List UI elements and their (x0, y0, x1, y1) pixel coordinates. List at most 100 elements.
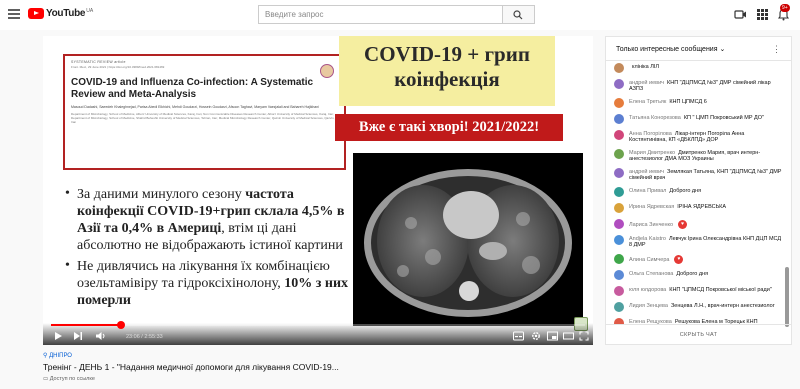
chat-message[interactable]: Елена Рещукова Решукова Елена м Торецьк К… (614, 317, 783, 324)
top-bar: YouTube UA Введите запрос 9+ (0, 0, 800, 30)
chat-message[interactable]: Ирина Ядревская ІРІНА ЯДРЕВСЬКА (614, 202, 783, 215)
chat-message[interactable]: Татьяна Конорезова КП " ЦМП Покровський М… (614, 113, 783, 126)
chat-author[interactable]: Елена Третьяк (629, 99, 666, 105)
time-current: 23:06 (126, 334, 140, 340)
chat-message-body: Лидия Зенцева Зенцева Л.Н., врач-интерн а… (629, 303, 775, 312)
hamburger-menu-icon[interactable] (8, 9, 20, 19)
chat-message[interactable]: Мария Дмитренко Дмитренко Мария, врач инт… (614, 148, 783, 164)
live-chat: Только интересные сообщения ⌄ ⋮ клініка … (605, 36, 792, 345)
avatar[interactable] (614, 302, 624, 312)
next-icon[interactable] (73, 331, 83, 341)
chat-message-body: андрей иевич Землякая Татьяна, КНП "ДЦПМС… (629, 169, 783, 181)
chat-message[interactable]: Ольга Степанова Доброго дня (614, 269, 783, 282)
avatar[interactable] (614, 187, 624, 197)
chat-message-body: юля юлдорова КНП "ЦПМСД Покровської міськ… (629, 287, 772, 296)
chat-message-body: клініка ЛІЛ (629, 64, 659, 73)
notifications-badge: 9+ (780, 4, 790, 12)
settings-gear-icon[interactable] (531, 331, 541, 341)
heart-icon: ♥ (678, 220, 688, 229)
play-icon[interactable] (53, 331, 63, 341)
chat-message-body: Анна Погорілова Лікар-інтерн Погоріла Анн… (629, 131, 783, 143)
chat-message-list[interactable]: клініка ЛІЛ андрей иевич КНП "ДЦПМСД №3" Д… (606, 62, 791, 324)
search-input[interactable]: Введите запрос (258, 5, 503, 24)
logo-text: YouTube (46, 8, 86, 19)
chat-text: Зенцева Л.Н., врач-интерн анестезиолог (670, 303, 775, 309)
chat-text: КНП "ЦПМСД Покровської міської ради" (669, 287, 772, 293)
avatar[interactable] (614, 63, 624, 73)
slide-bullet-2: Не дивлячись на лікування їх комбінацією… (63, 257, 353, 309)
avatar[interactable] (614, 114, 624, 124)
avatar[interactable] (614, 130, 624, 140)
avatar[interactable] (614, 254, 624, 264)
avatar[interactable] (614, 79, 624, 89)
paper-affiliations: Department of Microbiology, School of Me… (71, 112, 335, 124)
chat-message[interactable]: андрей иевич Землякая Татьяна, КНП "ДЦПМС… (614, 167, 783, 183)
chat-author[interactable]: юля юлдорова (629, 287, 666, 293)
slide-heading-box: COVID-19 + грип коінфекція (339, 36, 555, 106)
chat-message[interactable]: юля юлдорова КНП "ЦПМСД Покровської міськ… (614, 285, 783, 298)
chat-message[interactable]: Лидия Зенцева Зенцева Л.Н., врач-интерн а… (614, 301, 783, 314)
paper-title: COVID-19 and Influenza Co-infection: A S… (71, 77, 314, 100)
chat-text: КП " ЦМП Покровський МР ДО" (683, 115, 764, 121)
chat-message[interactable]: Олина Привал Доброго дня (614, 186, 783, 199)
chat-text: КНП ЦПМСД 6 (669, 99, 707, 105)
chat-scrollbar[interactable] (785, 267, 789, 327)
chevron-down-icon: ⌄ (719, 45, 726, 53)
chat-author[interactable]: Татьяна Конорезова (629, 115, 681, 121)
time-total: 2:55:33 (144, 334, 163, 340)
avatar[interactable] (614, 98, 624, 108)
video-player[interactable]: SYSTEMATIC REVIEW article Front. Med., 2… (43, 36, 593, 345)
chat-message-body: Татьяна Конорезова КП " ЦМП Покровський М… (629, 115, 764, 124)
paper-screenshot: SYSTEMATIC REVIEW article Front. Med., 2… (63, 54, 346, 170)
avatar[interactable] (614, 168, 624, 178)
chat-author[interactable]: Лидия Зенцева (629, 303, 668, 309)
chat-message-body: Алина Симчера ♥ (629, 255, 684, 264)
chat-message-body: Лариса Зинченко ♥ (629, 220, 688, 229)
avatar[interactable] (614, 149, 624, 159)
miniplayer-icon[interactable] (547, 331, 558, 341)
slide-bullets: За даними минулого сезону частота коінфе… (63, 185, 353, 313)
bullet-1-text-a: За даними минулого сезону (77, 187, 246, 202)
avatar[interactable] (614, 219, 624, 229)
theater-mode-icon[interactable] (563, 331, 574, 341)
chat-mode-select[interactable]: Только интересные сообщения ⌄ (616, 45, 725, 53)
youtube-play-icon (28, 8, 44, 19)
slide-red-banner: Вже є такі хворі! 2021/2022! (335, 114, 563, 141)
video-title: Тренінг - ДЕНЬ 1 - "Надання медичної доп… (43, 362, 339, 372)
chat-message[interactable]: Алина Симчера ♥ (614, 253, 783, 266)
chat-message-body: Олина Привал Доброго дня (629, 188, 701, 197)
create-video-icon[interactable] (734, 8, 747, 21)
progress-bar[interactable] (51, 321, 585, 329)
heart-icon: ♥ (674, 255, 684, 264)
avatar[interactable] (614, 203, 624, 213)
chat-header: Только интересные сообщения ⌄ ⋮ (606, 37, 791, 61)
search-button[interactable] (503, 5, 535, 24)
avatar[interactable] (614, 235, 624, 245)
fullscreen-icon[interactable] (579, 331, 589, 341)
volume-icon[interactable] (95, 331, 107, 341)
location-tag[interactable]: ⚲ ДНІПРО (43, 352, 593, 359)
avatar[interactable] (614, 270, 624, 280)
youtube-logo[interactable]: YouTube UA (28, 8, 93, 19)
chat-author[interactable]: Алина Симчера (629, 257, 669, 263)
apps-grid-icon[interactable] (756, 8, 769, 21)
chat-message[interactable]: андрей иевич КНП "ДЦПМСД №3" ДМР сімейний… (614, 78, 783, 94)
chat-author[interactable]: Лариса Зинченко (629, 222, 673, 228)
chat-message[interactable]: клініка ЛІЛ (614, 62, 783, 75)
chat-message-body: андрей иевич КНП "ДЦПМСД №3" ДМР сімейний… (629, 80, 783, 92)
chat-message-body: Andjela Kaistro Левчук Ірина Олександрівн… (629, 236, 783, 248)
chat-message[interactable]: Лариса Зинченко ♥ (614, 218, 783, 231)
chat-message[interactable]: Елена Третьяк КНП ЦПМСД 6 (614, 97, 783, 110)
subtitles-icon[interactable] (513, 331, 524, 341)
location-text[interactable]: ДНІПРО (49, 353, 72, 359)
hide-chat-button[interactable]: СКРЫТЬ ЧАТ (606, 324, 791, 344)
chat-message[interactable]: Анна Погорілова Лікар-інтерн Погоріла Анн… (614, 129, 783, 145)
chat-author[interactable]: Ольга Степанова (629, 271, 673, 277)
more-options-icon[interactable]: ⋮ (772, 44, 781, 55)
chat-author[interactable]: Олина Привал (629, 188, 666, 194)
progress-scrubber[interactable] (117, 321, 126, 329)
chat-message[interactable]: Andjela Kaistro Левчук Ірина Олександрівн… (614, 234, 783, 250)
chat-author[interactable]: Ирина Ядревская (629, 204, 674, 210)
slide-bullet-1: За даними минулого сезону частота коінфе… (63, 185, 353, 254)
avatar[interactable] (614, 286, 624, 296)
